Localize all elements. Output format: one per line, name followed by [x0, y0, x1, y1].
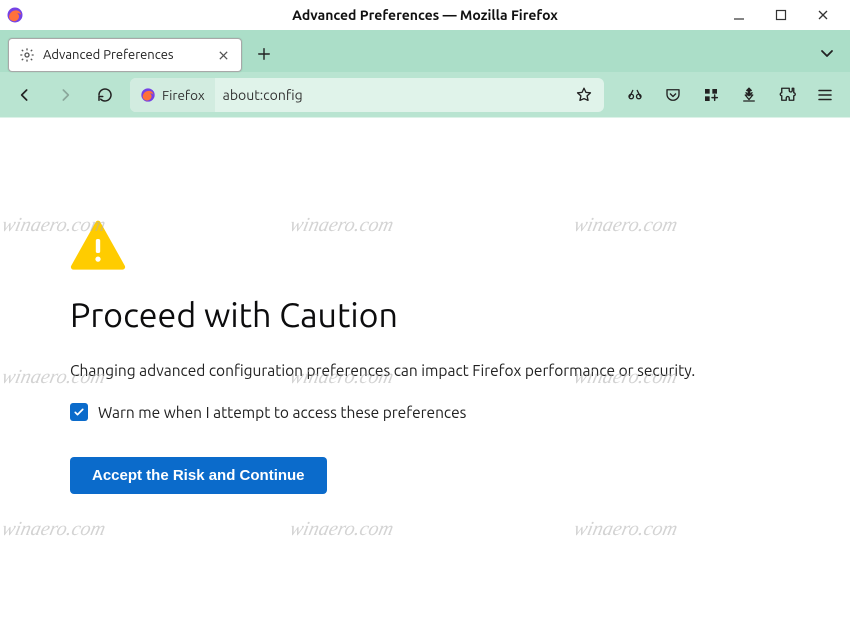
downloads-button[interactable]	[734, 80, 764, 110]
addons-grid-button[interactable]	[696, 80, 726, 110]
toolbar-right	[620, 80, 840, 110]
page-description: Changing advanced configuration preferen…	[70, 362, 850, 379]
window-title: Advanced Preferences — Mozilla Firefox	[0, 7, 850, 23]
tabs-dropdown-button[interactable]	[812, 38, 842, 68]
navigation-toolbar: Firefox about:config	[0, 72, 850, 118]
identity-chip-label: Firefox	[162, 87, 205, 103]
new-tab-button[interactable]	[246, 36, 282, 72]
tab-strip: Advanced Preferences	[0, 30, 850, 72]
url-bar[interactable]: Firefox about:config	[130, 78, 604, 112]
firefox-icon	[140, 87, 156, 103]
watermark: winaero.com	[288, 518, 396, 541]
tab-advanced-preferences[interactable]: Advanced Preferences	[8, 38, 242, 72]
warning-triangle-icon	[70, 218, 126, 274]
page-heading: Proceed with Caution	[70, 296, 850, 334]
forward-button[interactable]	[50, 80, 80, 110]
bookmark-star-button[interactable]	[572, 83, 596, 107]
back-button[interactable]	[10, 80, 40, 110]
warn-checkbox-label: Warn me when I attempt to access these p…	[98, 404, 466, 421]
warn-checkbox-row[interactable]: Warn me when I attempt to access these p…	[70, 403, 850, 421]
identity-chip[interactable]: Firefox	[130, 78, 215, 112]
tab-label: Advanced Preferences	[43, 48, 207, 62]
pocket-button[interactable]	[658, 80, 688, 110]
window-titlebar: Advanced Preferences — Mozilla Firefox	[0, 0, 850, 30]
warn-checkbox[interactable]	[70, 403, 88, 421]
extensions-button[interactable]	[772, 80, 802, 110]
url-text[interactable]: about:config	[215, 87, 572, 103]
tab-close-button[interactable]	[215, 47, 231, 63]
screenshot-button[interactable]	[620, 80, 650, 110]
gear-icon	[19, 47, 35, 63]
accept-risk-button[interactable]: Accept the Risk and Continue	[70, 457, 327, 494]
watermark: winaero.com	[0, 518, 108, 541]
reload-button[interactable]	[90, 80, 120, 110]
app-menu-button[interactable]	[810, 80, 840, 110]
page-content: Proceed with Caution Changing advanced c…	[0, 118, 850, 494]
watermark: winaero.com	[572, 518, 680, 541]
